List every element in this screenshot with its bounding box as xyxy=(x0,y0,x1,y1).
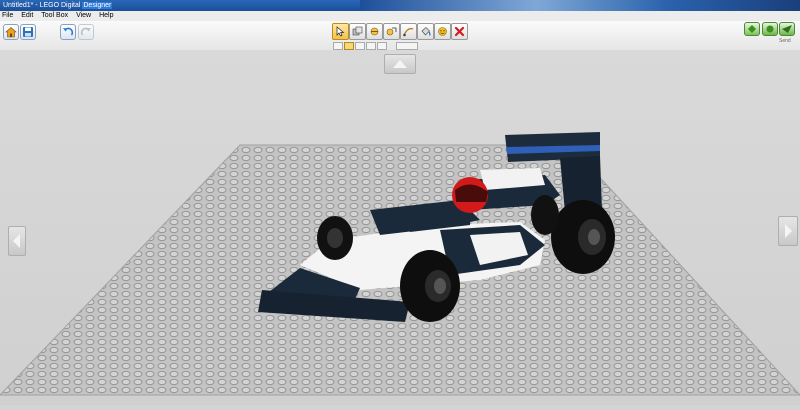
home-button[interactable] xyxy=(3,24,19,40)
scene xyxy=(0,132,800,396)
hide-icon xyxy=(438,27,447,36)
rear-left-wheel xyxy=(531,195,559,235)
build-mode-button[interactable] xyxy=(744,22,760,36)
flex-tool-button[interactable] xyxy=(400,23,417,40)
menu-help[interactable]: Help xyxy=(99,11,113,21)
hide-tool-button[interactable] xyxy=(434,23,451,40)
sub-tool-2[interactable] xyxy=(344,42,354,50)
menu-file[interactable]: File xyxy=(2,11,13,21)
hinge-align-icon xyxy=(386,27,397,36)
undo-icon xyxy=(63,27,74,36)
select-cursor-icon xyxy=(336,26,345,37)
sub-tool-4[interactable] xyxy=(366,42,376,50)
send-label: Send xyxy=(779,38,791,44)
sub-tool-5[interactable] xyxy=(377,42,387,50)
delete-icon xyxy=(454,26,465,37)
view-mode-icon xyxy=(766,25,774,33)
menu-tool-box[interactable]: Tool Box xyxy=(41,11,68,21)
build-mode-icon xyxy=(748,25,756,33)
sub-tool-6[interactable] xyxy=(396,42,418,50)
build-canvas[interactable] xyxy=(0,50,800,405)
send-button[interactable] xyxy=(779,22,795,36)
redo-button[interactable] xyxy=(78,24,94,40)
camera-right-button[interactable] xyxy=(778,216,798,246)
title-bar-background xyxy=(360,0,800,11)
camera-left-button[interactable] xyxy=(8,226,26,256)
view-mode-button[interactable] xyxy=(762,22,778,36)
paint-tool-button[interactable] xyxy=(417,23,434,40)
save-button[interactable] xyxy=(20,24,36,40)
delete-tool-button[interactable] xyxy=(451,23,468,40)
clone-tool-button[interactable] xyxy=(349,23,366,40)
clone-icon xyxy=(352,26,363,36)
hinge-icon xyxy=(370,27,379,36)
menu-edit[interactable]: Edit xyxy=(21,11,33,21)
flex-icon xyxy=(403,27,414,37)
camera-up-button[interactable] xyxy=(384,54,416,74)
redo-icon xyxy=(80,27,91,36)
hinge-tool-button[interactable] xyxy=(366,23,383,40)
paint-bucket-icon xyxy=(421,27,431,36)
home-icon xyxy=(5,27,17,38)
undo-button[interactable] xyxy=(60,24,76,40)
title-bar: Untitled1* - LEGO Digital Designer xyxy=(0,0,800,11)
sub-tool-1[interactable] xyxy=(333,42,343,50)
save-icon xyxy=(23,27,33,37)
window-title: Untitled1* - LEGO Digital Designer xyxy=(3,2,113,9)
arrow-right-icon xyxy=(785,224,792,238)
select-tool-button[interactable] xyxy=(332,23,349,40)
arrow-up-icon xyxy=(393,60,407,68)
menu-view[interactable]: View xyxy=(76,11,91,21)
send-icon xyxy=(782,25,792,33)
arrow-left-icon xyxy=(13,234,20,248)
hinge-align-tool-button[interactable] xyxy=(383,23,400,40)
sub-tool-3[interactable] xyxy=(355,42,365,50)
